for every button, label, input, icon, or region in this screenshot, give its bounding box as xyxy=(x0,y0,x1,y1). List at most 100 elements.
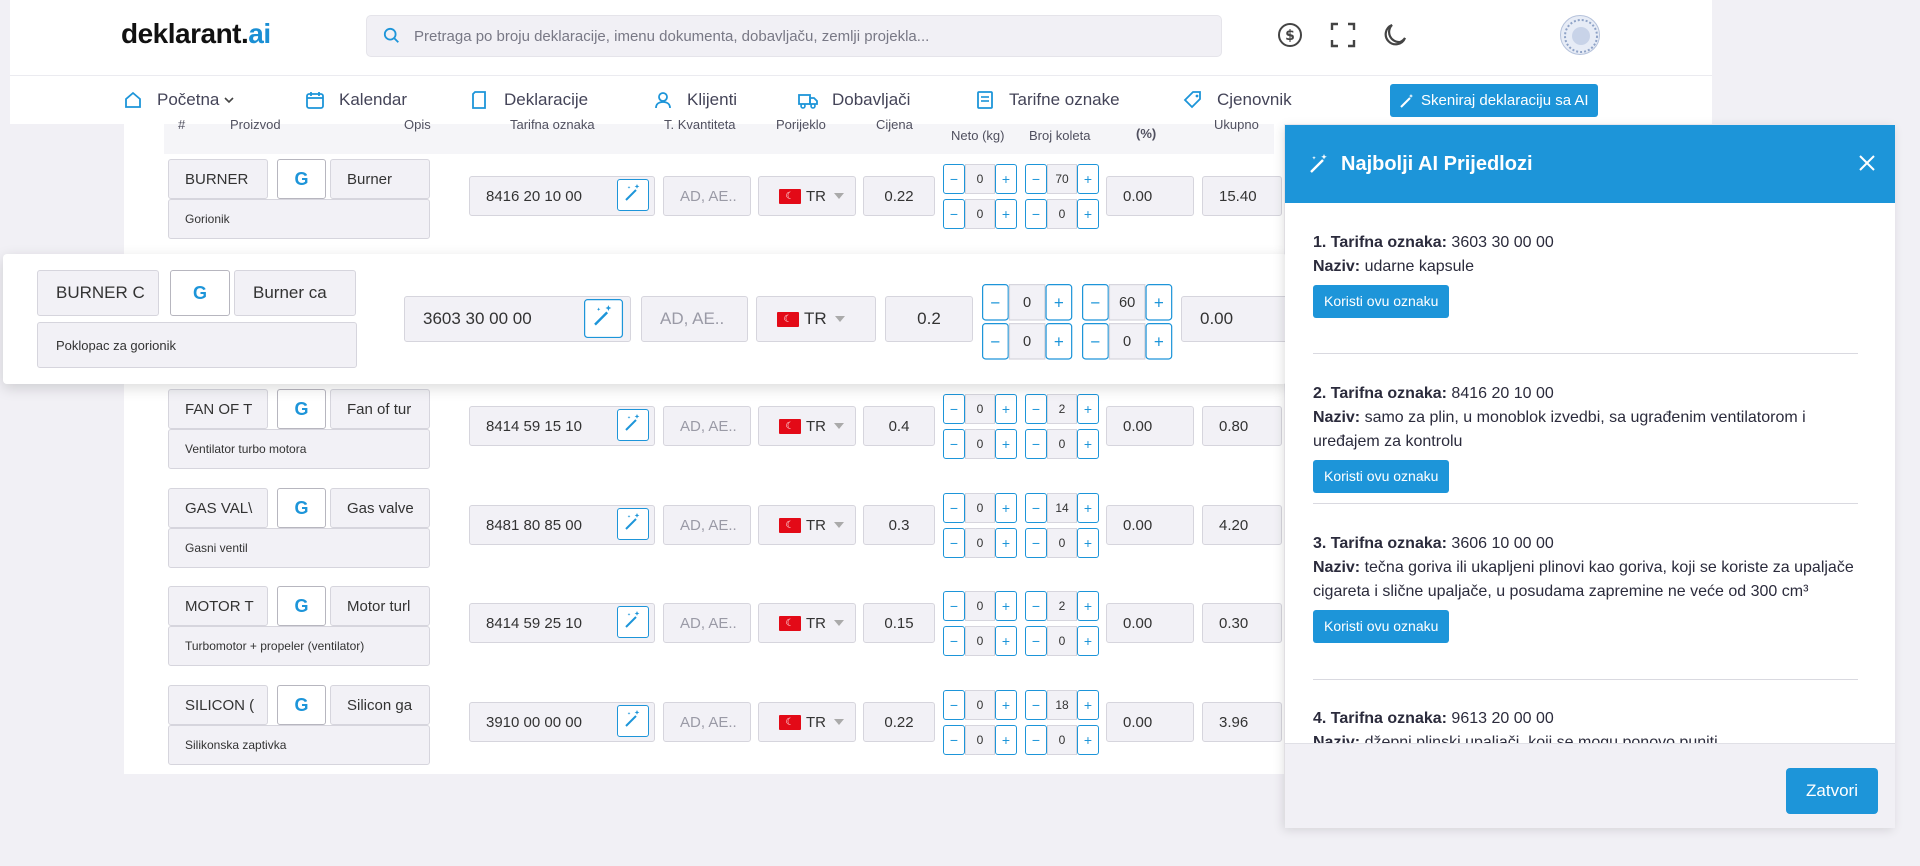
stepper-value[interactable]: 0 xyxy=(965,626,995,656)
quantity-stepper[interactable]: − 0 + xyxy=(1025,199,1099,229)
increment-button[interactable]: + xyxy=(1077,429,1099,459)
increment-button[interactable]: + xyxy=(995,429,1017,459)
stepper-value[interactable]: 0 xyxy=(965,528,995,558)
stepper-value[interactable]: 2 xyxy=(1047,591,1077,621)
product-name-input[interactable]: Burner ca xyxy=(234,270,356,316)
product-code-input[interactable]: MOTOR T xyxy=(168,586,268,626)
quantity-stepper[interactable]: − 0 + xyxy=(982,284,1073,321)
increment-button[interactable]: + xyxy=(1077,394,1099,424)
price-input[interactable]: 0.4 xyxy=(863,406,935,446)
stepper-value[interactable]: 0 xyxy=(965,493,995,523)
stepper-value[interactable]: 0 xyxy=(1047,199,1077,229)
stepper-value[interactable]: 0 xyxy=(1047,429,1077,459)
dragged-row-2[interactable]: 2 BURNER C G Burner ca Poklopac za gorio… xyxy=(3,254,1396,384)
google-translate-button[interactable]: G xyxy=(277,159,326,199)
quantity-unit-input[interactable]: AD, AE.. xyxy=(641,296,748,342)
decrement-button[interactable]: − xyxy=(943,690,965,720)
price-input[interactable]: 0.3 xyxy=(863,505,935,545)
stepper-value[interactable]: 0 xyxy=(1008,284,1046,321)
stepper-value[interactable]: 60 xyxy=(1108,284,1146,321)
quantity-stepper[interactable]: − 0 + xyxy=(982,323,1073,360)
quantity-unit-input[interactable]: AD, AE.. xyxy=(663,603,751,643)
quantity-stepper[interactable]: − 0 + xyxy=(1082,323,1173,360)
quantity-stepper[interactable]: − 0 + xyxy=(943,690,1017,720)
quantity-stepper[interactable]: − 0 + xyxy=(1025,626,1099,656)
increment-button[interactable]: + xyxy=(1077,690,1099,720)
decrement-button[interactable]: − xyxy=(943,199,965,229)
decrement-button[interactable]: − xyxy=(1025,591,1047,621)
description-input[interactable]: Turbomotor + propeler (ventilator) xyxy=(168,626,430,666)
ai-suggest-button[interactable] xyxy=(617,508,649,540)
stepper-value[interactable]: 0 xyxy=(1108,323,1146,360)
increment-button[interactable]: + xyxy=(995,725,1017,755)
decrement-button[interactable]: − xyxy=(1025,725,1047,755)
quantity-stepper[interactable]: − 0 + xyxy=(943,725,1017,755)
product-name-input[interactable]: Burner xyxy=(330,159,430,199)
description-input[interactable]: Gorionik xyxy=(168,199,430,239)
stepper-value[interactable]: 0 xyxy=(1047,626,1077,656)
quantity-stepper[interactable]: − 18 + xyxy=(1025,690,1099,720)
quantity-unit-input[interactable]: AD, AE.. xyxy=(663,702,751,742)
decrement-button[interactable]: − xyxy=(1025,626,1047,656)
stepper-value[interactable]: 0 xyxy=(1047,725,1077,755)
product-name-input[interactable]: Fan of tur xyxy=(330,389,430,429)
percent-input[interactable]: 0.00 xyxy=(1106,702,1194,742)
percent-input[interactable]: 0.00 xyxy=(1106,406,1194,446)
decrement-button[interactable]: − xyxy=(1025,199,1047,229)
description-input[interactable]: Silikonska zaptivka xyxy=(168,725,430,765)
decrement-button[interactable]: − xyxy=(943,429,965,459)
origin-country-select[interactable]: ☾ TR xyxy=(758,176,856,216)
quantity-unit-input[interactable]: AD, AE.. xyxy=(663,505,751,545)
use-suggestion-button[interactable]: Koristi ovu oznaku xyxy=(1313,460,1450,493)
decrement-button[interactable]: − xyxy=(943,528,965,558)
close-button[interactable]: Zatvori xyxy=(1786,768,1878,814)
percent-input[interactable]: 0.00 xyxy=(1106,176,1194,216)
ai-suggest-button[interactable] xyxy=(617,606,649,638)
decrement-button[interactable]: − xyxy=(943,394,965,424)
origin-country-select[interactable]: ☾ TR xyxy=(758,406,856,446)
quantity-stepper[interactable]: − 14 + xyxy=(1025,493,1099,523)
ai-suggest-button[interactable] xyxy=(617,705,649,737)
quantity-stepper[interactable]: − 0 + xyxy=(1025,429,1099,459)
avatar[interactable] xyxy=(1560,15,1600,55)
price-input[interactable]: 0.2 xyxy=(885,296,973,342)
nav-item-kalendar[interactable]: Kalendar xyxy=(305,76,407,124)
google-translate-button[interactable]: G xyxy=(170,270,230,316)
stepper-value[interactable]: 2 xyxy=(1047,394,1077,424)
use-suggestion-button[interactable]: Koristi ovu oznaku xyxy=(1313,610,1450,643)
increment-button[interactable]: + xyxy=(1077,528,1099,558)
increment-button[interactable]: + xyxy=(1077,493,1099,523)
decrement-button[interactable]: − xyxy=(943,725,965,755)
increment-button[interactable]: + xyxy=(995,528,1017,558)
product-name-input[interactable]: Motor turl xyxy=(330,586,430,626)
percent-input[interactable]: 0.00 xyxy=(1106,505,1194,545)
google-translate-button[interactable]: G xyxy=(277,389,326,429)
increment-button[interactable]: + xyxy=(995,394,1017,424)
stepper-value[interactable]: 0 xyxy=(965,394,995,424)
quantity-stepper[interactable]: − 0 + xyxy=(943,591,1017,621)
percent-input[interactable]: 0.00 xyxy=(1106,603,1194,643)
decrement-button[interactable]: − xyxy=(1025,493,1047,523)
nav-item-tarifne-oznake[interactable]: Tarifne oznake xyxy=(975,76,1120,124)
increment-button[interactable]: + xyxy=(1045,323,1073,360)
increment-button[interactable]: + xyxy=(995,164,1017,194)
decrement-button[interactable]: − xyxy=(943,164,965,194)
google-translate-button[interactable]: G xyxy=(277,488,326,528)
dark-mode-moon-icon[interactable] xyxy=(1380,20,1410,50)
increment-button[interactable]: + xyxy=(1077,591,1099,621)
quantity-stepper[interactable]: − 0 + xyxy=(943,429,1017,459)
stepper-value[interactable]: 70 xyxy=(1047,164,1077,194)
quantity-stepper[interactable]: − 0 + xyxy=(943,626,1017,656)
increment-button[interactable]: + xyxy=(1077,164,1099,194)
product-code-input[interactable]: BURNER xyxy=(168,159,268,199)
google-translate-button[interactable]: G xyxy=(277,685,326,725)
origin-country-select[interactable]: ☾ TR xyxy=(756,296,876,342)
product-code-input[interactable]: FAN OF T xyxy=(168,389,268,429)
quantity-stepper[interactable]: − 0 + xyxy=(943,199,1017,229)
decrement-button[interactable]: − xyxy=(1025,394,1047,424)
stepper-value[interactable]: 0 xyxy=(965,199,995,229)
search-input[interactable]: Pretraga po broju deklaracije, imenu dok… xyxy=(414,28,929,45)
decrement-button[interactable]: − xyxy=(982,284,1009,321)
decrement-button[interactable]: − xyxy=(1082,284,1109,321)
increment-button[interactable]: + xyxy=(1077,626,1099,656)
